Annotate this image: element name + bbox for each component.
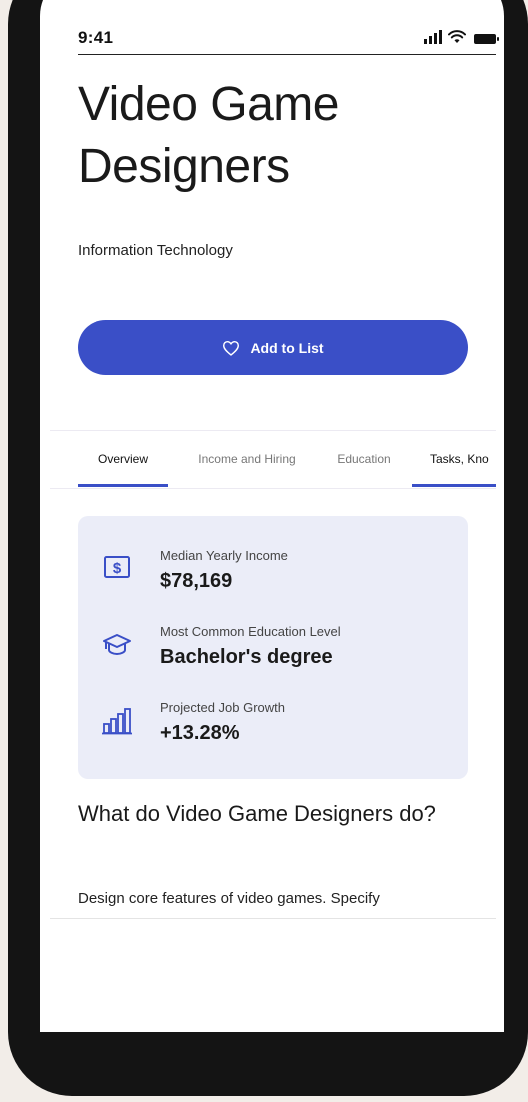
tab-education[interactable]: Education — [322, 431, 406, 487]
stat-label: Median Yearly Income — [160, 548, 288, 563]
svg-text:$: $ — [113, 560, 122, 577]
tab-income-and-hiring[interactable]: Income and Hiring — [182, 431, 312, 487]
app-content: 9:41 Video Game Designers Information Te… — [0, 0, 528, 1102]
graduation-cap-icon — [103, 634, 131, 656]
stat-value: $78,169 — [160, 570, 233, 592]
status-time: 9:41 — [78, 28, 114, 47]
cellular-signal-icon — [424, 30, 442, 44]
stat-label: Most Common Education Level — [160, 624, 341, 639]
page-title: Video Game Designers — [78, 78, 339, 193]
add-to-list-button[interactable]: Add to List — [78, 320, 468, 375]
dollar-icon: $ — [104, 556, 130, 578]
tab-label: Overview — [97, 452, 148, 466]
tab-label: Education — [337, 452, 391, 466]
stat-value: +13.28% — [160, 722, 240, 744]
tab-label: Income and Hiring — [198, 452, 296, 466]
heart-icon — [223, 340, 240, 356]
status-bar: 9:41 — [78, 28, 499, 55]
stat-label: Projected Job Growth — [160, 700, 286, 715]
career-category: Information Technology — [78, 242, 233, 259]
battery-icon — [474, 34, 499, 44]
content-divider — [50, 918, 496, 919]
wifi-icon — [448, 30, 466, 43]
tab-tasks-knowledge[interactable]: Tasks, Kno — [412, 431, 496, 487]
tab-label: Tasks, Kno — [430, 452, 489, 466]
active-tab-indicator — [78, 484, 168, 487]
add-to-list-label: Add to List — [250, 339, 324, 356]
section-tabs: Overview Income and Hiring Education Tas… — [50, 430, 496, 489]
tab-scroll-indicator — [412, 484, 496, 487]
description-text: Design core features of video games. Spe… — [78, 890, 380, 907]
tab-overview[interactable]: Overview — [78, 431, 168, 487]
status-icons — [424, 30, 499, 44]
summary-card: $ Median Yearly Income $78,169 Most Comm… — [78, 516, 468, 779]
bar-chart-icon — [102, 708, 132, 735]
stat-value: Bachelor's degree — [160, 646, 333, 668]
section-heading: What do Video Game Designers do? — [78, 801, 436, 826]
